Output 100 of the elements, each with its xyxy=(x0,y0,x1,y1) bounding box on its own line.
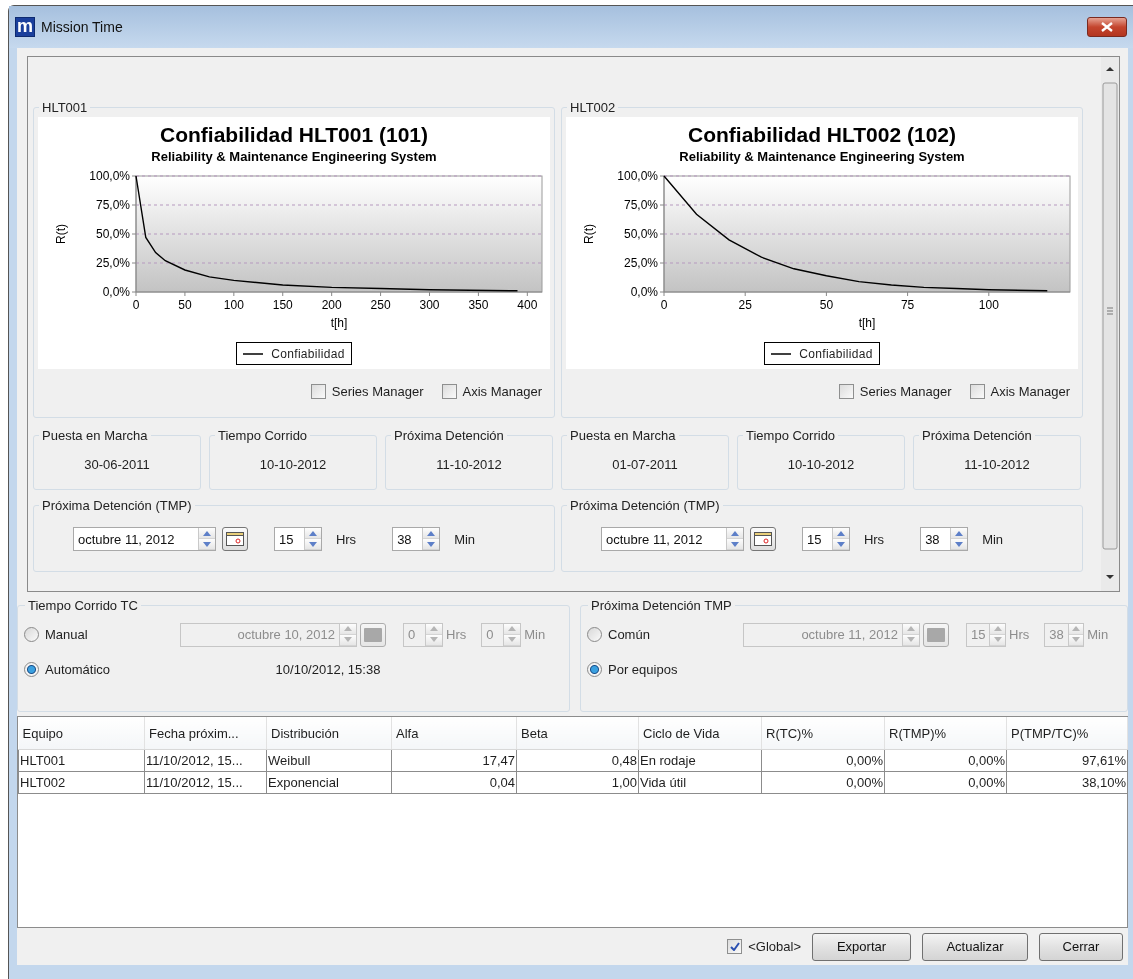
column-header[interactable]: Alfa xyxy=(391,717,517,750)
column-header[interactable]: Fecha próxim... xyxy=(144,717,267,750)
down-arrow-icon xyxy=(430,637,438,642)
checkbox[interactable] xyxy=(727,939,743,954)
spin-down-button[interactable] xyxy=(990,634,1005,646)
axis-tick-label: 350 xyxy=(468,298,489,312)
date-field[interactable]: octubre 11, 2012 xyxy=(72,527,216,551)
date-field[interactable]: octubre 11, 2012 xyxy=(600,527,744,551)
column-header[interactable]: Equipo xyxy=(18,717,145,750)
axis-tick-label: 50 xyxy=(819,298,834,312)
calendar-button[interactable] xyxy=(221,527,248,551)
minutes-unit-label: Min xyxy=(982,531,1004,547)
column-header[interactable]: P(TMP/TC)% xyxy=(1006,717,1128,750)
minutes-field[interactable]: 38 xyxy=(920,527,969,551)
up-arrow-icon xyxy=(730,530,739,536)
spin-down-button[interactable] xyxy=(726,539,743,550)
axis-tick-label: 100,0% xyxy=(89,169,130,183)
checkbox[interactable] xyxy=(441,383,457,399)
vertical-scrollbar[interactable] xyxy=(1101,57,1119,591)
down-arrow-icon xyxy=(202,541,211,547)
column-header[interactable]: Distribución xyxy=(266,717,392,750)
spin-down-button[interactable] xyxy=(198,539,215,550)
spin-up-button[interactable] xyxy=(832,528,849,539)
group-label: Próxima Detención xyxy=(393,428,505,443)
checkbox[interactable] xyxy=(838,383,854,399)
minutes-field[interactable]: 38 xyxy=(392,527,441,551)
hours-unit-label: Hrs xyxy=(335,531,357,547)
group-label: Próxima Detención TMP xyxy=(590,598,733,613)
column-header[interactable]: R(TC)% xyxy=(761,717,885,750)
table-cell: HLT002 xyxy=(18,771,145,794)
group-label: Tiempo Corrido xyxy=(217,428,309,443)
checkbox-label: <Global> xyxy=(748,939,801,954)
checkbox[interactable] xyxy=(969,383,985,399)
spin-up-button[interactable] xyxy=(426,623,442,635)
calendar-icon xyxy=(927,627,945,642)
table-cell: Weibull xyxy=(266,749,392,772)
down-arrow-icon xyxy=(836,541,845,547)
minutes-unit-label: Min xyxy=(454,531,476,547)
spin-down-button[interactable] xyxy=(1068,634,1084,646)
table-cell: 0,00% xyxy=(884,749,1007,772)
close-button[interactable] xyxy=(1087,17,1127,37)
hours-field[interactable]: 15 xyxy=(273,527,322,551)
spin-up-button[interactable] xyxy=(423,528,440,539)
axis-tick-label: 0,0% xyxy=(630,285,658,299)
up-arrow-icon xyxy=(308,530,317,536)
chart-title: Confiabilidad HLT001 (101) xyxy=(160,123,428,147)
spin-down-button[interactable] xyxy=(426,634,442,646)
table-cell: En rodaje xyxy=(638,749,762,772)
group-label: Tiempo Corrido TC xyxy=(27,598,139,613)
calendar-button[interactable] xyxy=(749,527,776,551)
table-cell: 11/10/2012, 15... xyxy=(144,749,267,772)
dialog-button[interactable]: Exportar xyxy=(812,932,911,961)
dialog-button[interactable]: Cerrar xyxy=(1039,932,1123,961)
hours-unit-label: Hrs xyxy=(446,627,467,642)
legend-label: Confiabilidad xyxy=(271,346,345,361)
date-value: 10-10-2012 xyxy=(258,457,328,472)
spin-up-button[interactable] xyxy=(304,528,321,539)
date-value: 11-10-2012 xyxy=(963,457,1031,472)
column-header[interactable]: Beta xyxy=(516,717,639,750)
group-label: Próxima Detención (TMP) xyxy=(569,498,721,513)
chart-title: Confiabilidad HLT002 (102) xyxy=(688,123,956,147)
checkbox[interactable] xyxy=(310,383,326,399)
axis-tick-label: 100,0% xyxy=(617,169,658,183)
group-label: Próxima Detención (TMP) xyxy=(41,498,193,513)
spin-down-button[interactable] xyxy=(951,539,968,550)
spin-up-button[interactable] xyxy=(726,528,743,539)
table-cell: 0,00% xyxy=(761,771,885,794)
checkbox-label: Axis Manager xyxy=(990,383,1070,399)
group-label: Puesta en Marcha xyxy=(41,428,149,443)
axis-title: t[h] xyxy=(330,316,348,330)
window-title: Mission Time xyxy=(41,19,124,35)
axis-tick-label: 0 xyxy=(660,298,668,312)
calendar-icon xyxy=(225,532,244,546)
table-cell: 0,04 xyxy=(391,771,517,794)
spin-up-button[interactable] xyxy=(990,623,1005,635)
dialog-button[interactable]: Actualizar xyxy=(922,932,1028,961)
legend-line-icon xyxy=(243,352,264,355)
spin-down-button[interactable] xyxy=(504,634,521,646)
spin-down-button[interactable] xyxy=(832,539,849,550)
table-cell: 0,00% xyxy=(884,771,1007,794)
column-header[interactable]: R(TMP)% xyxy=(884,717,1007,750)
down-arrow-icon xyxy=(907,637,915,642)
hours-unit-label: Hrs xyxy=(1009,627,1030,642)
minutes-unit-label: Min xyxy=(1087,627,1109,642)
up-arrow-icon xyxy=(955,530,964,536)
spin-down-button[interactable] xyxy=(423,539,440,550)
table-cell: 11/10/2012, 15... xyxy=(144,771,267,794)
hours-unit-label: Hrs xyxy=(863,531,885,547)
spin-up-button[interactable] xyxy=(1068,623,1084,635)
table-cell: Vida útil xyxy=(638,771,762,794)
date-value: 01-07-2011 xyxy=(611,457,679,472)
spin-down-button[interactable] xyxy=(304,539,321,550)
axis-tick-label: 0,0% xyxy=(102,285,130,299)
table-cell: Exponencial xyxy=(266,771,392,794)
spin-up-button[interactable] xyxy=(951,528,968,539)
hours-field[interactable]: 15 xyxy=(801,527,850,551)
calendar-icon xyxy=(753,532,772,546)
column-header[interactable]: Ciclo de Vida xyxy=(638,717,762,750)
spin-up-button[interactable] xyxy=(198,528,215,539)
spin-up-button[interactable] xyxy=(504,623,521,635)
